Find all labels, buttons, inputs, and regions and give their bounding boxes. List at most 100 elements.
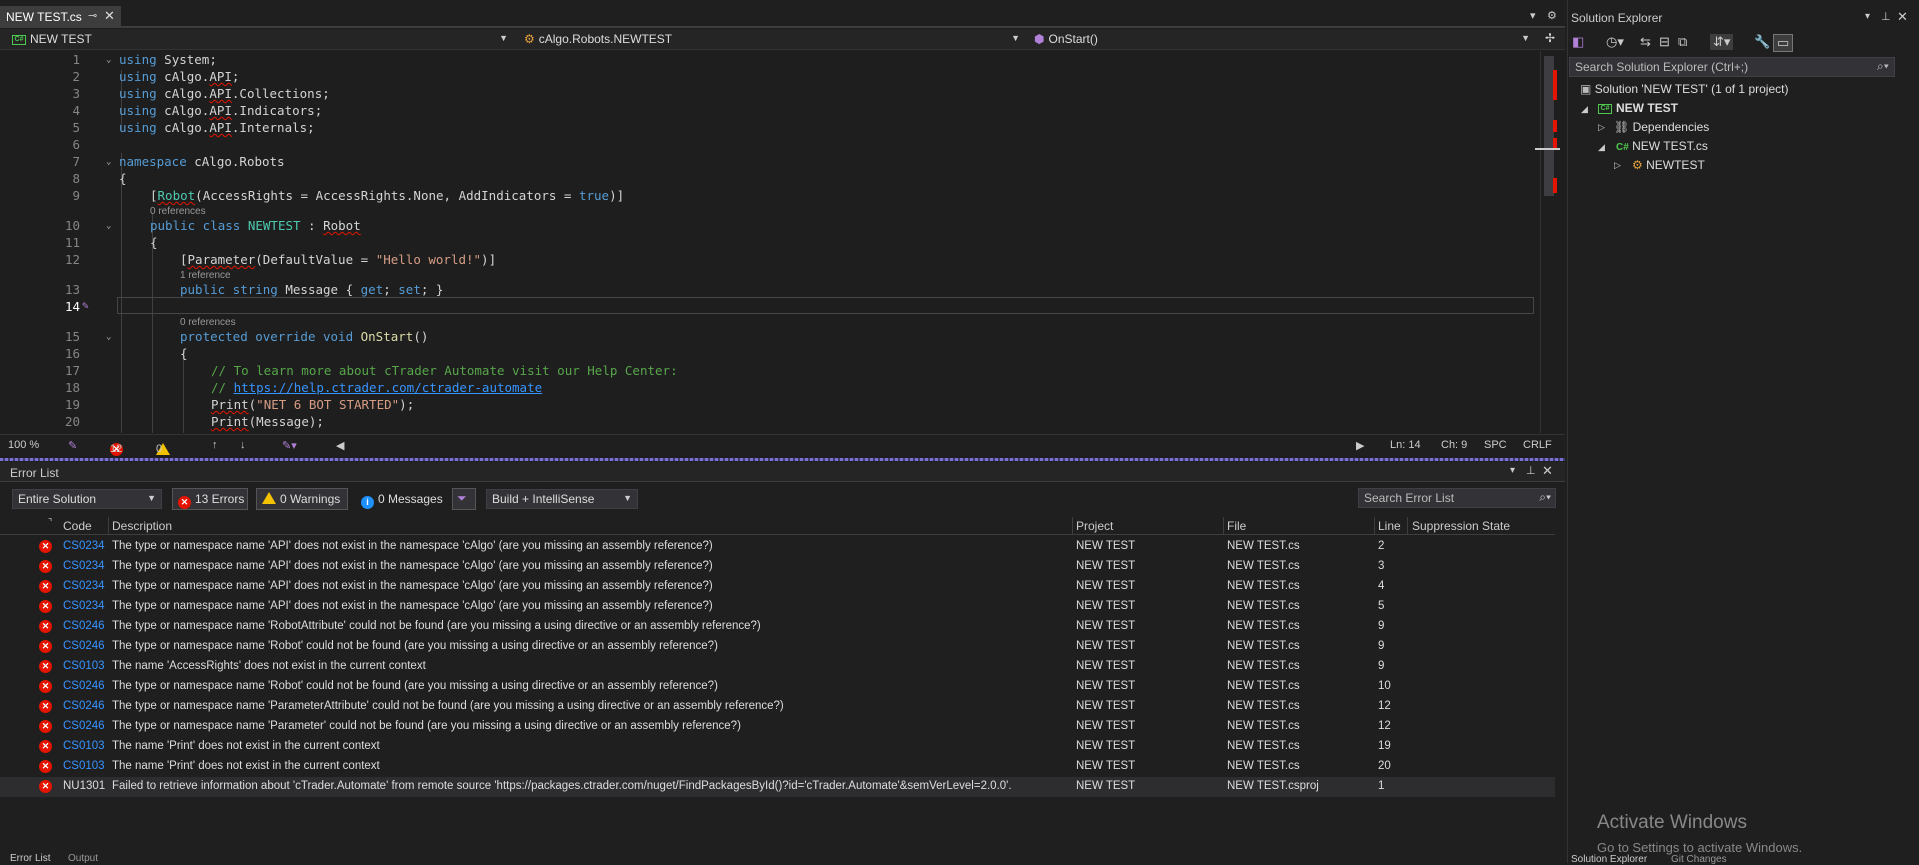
solution-explorer-search-input[interactable]: Search Solution Explorer (Ctrl+;) ⌕▾ <box>1569 57 1895 77</box>
close-icon[interactable]: ✕ <box>1542 463 1553 479</box>
settings-gear-icon[interactable]: ⚙ <box>1547 9 1557 22</box>
column-divider[interactable] <box>1072 517 1073 535</box>
error-code[interactable]: CS0234 <box>63 600 105 612</box>
errors-filter-button[interactable]: ✕ 13 Errors <box>172 488 248 510</box>
error-row[interactable]: ✕ CS0246 The type or namespace name 'Param… <box>0 717 1555 737</box>
column-divider[interactable] <box>1374 517 1375 535</box>
error-row[interactable]: ✕ CS0103 The name 'Print' does not exist i… <box>0 737 1555 757</box>
error-marker[interactable] <box>1553 120 1557 132</box>
tab-solution-explorer[interactable]: Solution Explorer <box>1571 854 1647 865</box>
collapse-icon[interactable]: ⌄ <box>106 221 111 231</box>
column-indicator[interactable]: Ch: 9 <box>1441 439 1467 451</box>
health-icon[interactable]: ✎ <box>68 439 77 452</box>
warnings-filter-button[interactable]: 0 Warnings <box>256 488 348 510</box>
preview-icon[interactable]: ▭ <box>1773 34 1794 52</box>
zoom-level[interactable]: 100 % <box>8 439 39 451</box>
sync-icon[interactable]: ⇆ <box>1640 34 1651 50</box>
error-marker[interactable] <box>1553 70 1557 100</box>
codelens-references[interactable]: 0 references <box>150 206 206 217</box>
member-dropdown[interactable]: ⬢ OnStart() ▼ <box>1030 31 1534 48</box>
error-row[interactable]: ✕ CS0103 The name 'AccessRights' does not … <box>0 657 1555 677</box>
error-row[interactable]: ✕ CS0103 The name 'Print' does not exist i… <box>0 757 1555 777</box>
error-code[interactable]: CS0234 <box>63 540 105 552</box>
column-code[interactable]: Code <box>63 519 92 533</box>
sort-icon[interactable]: ⌝ <box>48 517 52 528</box>
error-code[interactable]: CS0246 <box>63 640 105 652</box>
tab-list-dropdown-icon[interactable]: ▾ <box>1530 9 1536 22</box>
error-marker[interactable] <box>1553 138 1557 148</box>
search-icon[interactable]: ⌕▾ <box>1877 59 1889 74</box>
close-icon[interactable]: ✕ <box>104 8 115 24</box>
tree-item-dependencies[interactable]: ⛓ Dependencies <box>1614 120 1709 134</box>
column-divider[interactable] <box>1223 517 1224 535</box>
error-row[interactable]: ✕ CS0234 The type or namespace name 'API' … <box>0 577 1555 597</box>
column-divider[interactable] <box>1407 517 1408 535</box>
tab-error-list[interactable]: Error List <box>10 853 51 864</box>
tab-output[interactable]: Output <box>68 853 98 864</box>
pin-icon[interactable]: ⊥ <box>1526 464 1536 477</box>
error-row[interactable]: ✕ CS0234 The type or namespace name 'API' … <box>0 557 1555 577</box>
spacing-indicator[interactable]: SPC <box>1484 439 1507 451</box>
scroll-left-icon[interactable]: ◀ <box>336 439 344 452</box>
line-indicator[interactable]: Ln: 14 <box>1390 439 1421 451</box>
collapsed-arrow-icon[interactable]: ▷ <box>1598 122 1605 133</box>
code-editor[interactable]: NEW TEST.cs ⊸ ✕ ▾ ⚙ C# NEW TEST ▼ ⚙ cAlgo.… <box>0 0 1565 461</box>
properties-wrench-icon[interactable]: 🔧 <box>1754 34 1770 50</box>
error-row[interactable]: ✕ NU1301 Failed to retrieve information ab… <box>0 777 1555 797</box>
error-code[interactable]: CS0103 <box>63 660 105 672</box>
column-line[interactable]: Line <box>1378 519 1401 533</box>
tab-git-changes[interactable]: Git Changes <box>1671 854 1727 865</box>
error-row[interactable]: ✕ CS0246 The type or namespace name 'Robot… <box>0 637 1555 657</box>
error-code[interactable]: CS0246 <box>63 680 105 692</box>
error-row[interactable]: ✕ CS0246 The type or namespace name 'Param… <box>0 697 1555 717</box>
collapsed-arrow-icon[interactable]: ▷ <box>1614 160 1621 171</box>
error-code[interactable]: CS0246 <box>63 620 105 632</box>
tree-item-file[interactable]: C# NEW TEST.cs <box>1616 139 1708 153</box>
help-link[interactable]: https://help.ctrader.com/ctrader-automat… <box>234 380 543 395</box>
filter-icon[interactable]: ⏷ <box>452 488 476 510</box>
column-file[interactable]: File <box>1227 519 1246 533</box>
window-options-icon[interactable]: ▾ <box>1510 465 1515 476</box>
column-project[interactable]: Project <box>1076 519 1113 533</box>
expanded-arrow-icon[interactable]: ◢ <box>1598 142 1605 153</box>
window-options-icon[interactable]: ▾ <box>1865 11 1870 22</box>
collapse-icon[interactable]: ⌄ <box>106 157 111 167</box>
error-row[interactable]: ✕ CS0246 The type or namespace name 'Robot… <box>0 617 1555 637</box>
error-row[interactable]: ✕ CS0246 The type or namespace name 'Robot… <box>0 677 1555 697</box>
messages-filter-button[interactable]: i 0 Messages <box>355 488 443 510</box>
collapse-all-icon[interactable]: ⊟ <box>1659 34 1670 50</box>
error-code[interactable]: CS0246 <box>63 700 105 712</box>
scroll-right-icon[interactable]: ▶ <box>1356 439 1364 452</box>
track-active-icon[interactable]: ⇵▾ <box>1710 34 1734 50</box>
previous-issue-icon[interactable]: ↑ <box>212 439 218 451</box>
tree-item-solution[interactable]: ▣ Solution 'NEW TEST' (1 of 1 project) <box>1580 82 1788 96</box>
error-list-search-input[interactable]: Search Error List ⌕▾ <box>1358 488 1556 508</box>
collapse-icon[interactable]: ⌄ <box>106 332 111 342</box>
scope-dropdown[interactable]: Entire Solution ▼ <box>12 489 162 509</box>
tree-item-class[interactable]: ⚙ NEWTEST <box>1632 158 1705 172</box>
tree-item-project[interactable]: C# NEW TEST <box>1598 101 1678 115</box>
pin-icon[interactable]: ⊥ <box>1881 10 1891 23</box>
class-dropdown[interactable]: ⚙ cAlgo.Robots.NEWTEST ▼ <box>520 31 1024 48</box>
column-divider[interactable] <box>108 517 109 535</box>
close-icon[interactable]: ✕ <box>1897 9 1908 25</box>
next-issue-icon[interactable]: ↓ <box>240 439 246 451</box>
code-area[interactable]: 1 2 3 4 5 6 7 8 9 10 11 12 13 14 ✎ 15 16… <box>0 51 1540 433</box>
error-code[interactable]: CS0234 <box>63 580 105 592</box>
codelens-references[interactable]: 1 reference <box>180 270 231 281</box>
split-editor-icon[interactable]: ✢ <box>1541 30 1559 47</box>
panel-splitter[interactable] <box>0 458 1565 461</box>
pending-changes-icon[interactable]: ◷▾ <box>1606 34 1624 50</box>
error-row[interactable]: ✕ CS0234 The type or namespace name 'API' … <box>0 597 1555 617</box>
error-code[interactable]: CS0103 <box>63 760 105 772</box>
column-suppression-state[interactable]: Suppression State <box>1412 519 1510 533</box>
search-icon[interactable]: ⌕▾ <box>1539 490 1551 505</box>
column-description[interactable]: Description <box>112 519 172 533</box>
project-dropdown[interactable]: C# NEW TEST ▼ <box>8 31 512 48</box>
error-code[interactable]: CS0234 <box>63 560 105 572</box>
error-row[interactable]: ✕ CS0234 The type or namespace name 'API' … <box>0 537 1555 557</box>
pin-icon[interactable]: ⊸ <box>88 9 97 22</box>
error-marker[interactable] <box>1553 178 1557 193</box>
code-cleanup-icon[interactable]: ✎▾ <box>282 439 297 452</box>
tab-new-test-cs[interactable]: NEW TEST.cs ⊸ ✕ <box>0 6 121 28</box>
